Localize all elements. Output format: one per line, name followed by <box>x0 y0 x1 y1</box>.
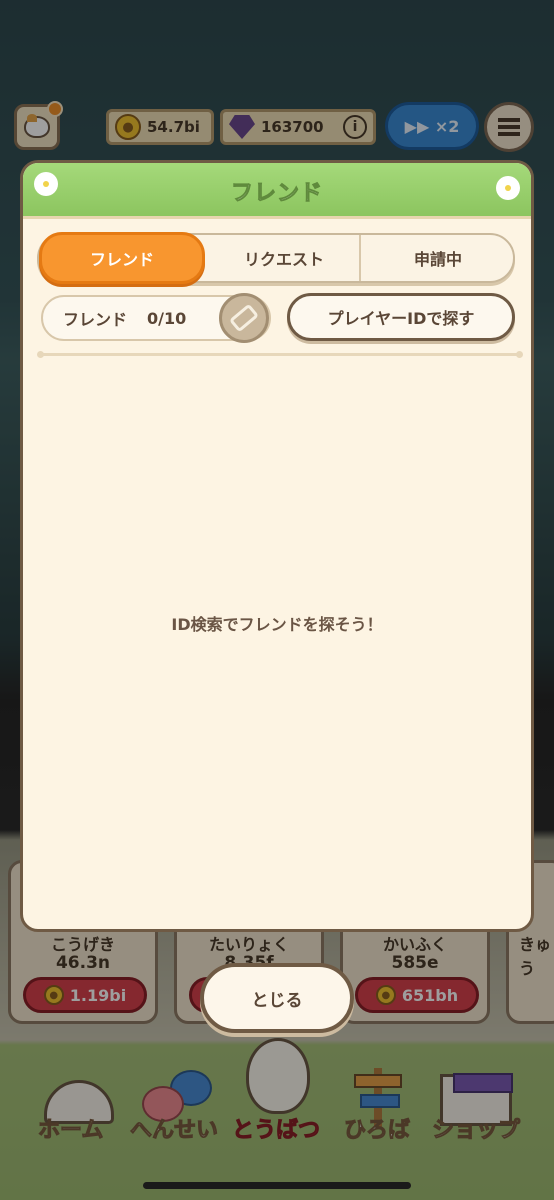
tab-pending[interactable]: 申請中 <box>359 235 515 281</box>
tab-bar: リクエスト 申請中 フレンド <box>37 232 515 284</box>
nav-formation[interactable]: へんせい <box>129 1112 218 1144</box>
menu-button[interactable] <box>484 102 534 152</box>
gem-icon <box>229 115 255 139</box>
top-bar: ● 54.7bi 163700 i ▶▶ ×2 <box>0 100 554 156</box>
speed-x2-button[interactable]: ▶▶ ×2 <box>385 102 479 150</box>
upgrade-title: こうげき <box>50 935 115 954</box>
empty-state-message: ID検索でフレンドを探そう！ <box>171 615 383 634</box>
nav-shop[interactable]: ショップ <box>431 1112 520 1144</box>
dialog-header: フレンド <box>23 163 531 219</box>
tab-requests[interactable]: リクエスト <box>209 235 359 281</box>
coin-icon: ● <box>375 985 396 1005</box>
home-indicator[interactable] <box>143 1182 411 1189</box>
coin-counter: ● 54.7bi <box>106 109 214 145</box>
search-player-id-button[interactable]: プレイヤーIDで探す <box>287 293 515 341</box>
upgrade-value: 46.3n <box>55 953 111 973</box>
upgrade-value: 585e <box>391 953 439 973</box>
coin-icon: ● <box>43 985 64 1005</box>
close-button[interactable]: とじる <box>200 963 354 1033</box>
friend-count-label: フレンド <box>63 310 128 329</box>
flower-icon <box>499 179 517 197</box>
nav-home[interactable]: ホーム <box>37 1112 103 1144</box>
divider <box>37 351 523 358</box>
coin-icon: ● <box>115 114 141 140</box>
cat-face-icon <box>24 114 50 138</box>
friend-count-value: 0/10 <box>147 308 187 328</box>
gem-counter: 163700 i <box>220 109 376 145</box>
nav-plaza[interactable]: ひろば <box>343 1112 410 1144</box>
list-menu-icon <box>498 118 520 136</box>
gem-value: 163700 <box>261 118 324 136</box>
upgrade-title: かいふく <box>382 935 447 954</box>
dialog-title: フレンド <box>230 181 323 207</box>
notification-dot <box>47 101 63 117</box>
upgrade-title: たいりょく <box>208 935 289 954</box>
nav-subjugation[interactable]: とうばつ <box>231 1112 320 1144</box>
upgrade-price: 651bh <box>401 985 459 1005</box>
profile-button[interactable] <box>14 101 63 150</box>
delete-friend-button[interactable] <box>219 293 269 343</box>
friend-dialog: フレンド リクエスト 申請中 フレンド フレンド 0/10 プレイヤーIDで探す… <box>20 160 534 932</box>
info-icon[interactable]: i <box>343 115 367 139</box>
tab-friends[interactable]: フレンド <box>39 232 205 284</box>
coin-value: 54.7bi <box>147 118 200 136</box>
upgrade-price: 1.19bi <box>69 985 127 1005</box>
upgrade-price-button[interactable]: ● 1.19bi <box>23 977 147 1013</box>
upgrade-title: きゅう <box>519 935 552 978</box>
eraser-icon <box>228 303 260 333</box>
upgrade-price-button[interactable]: ● 651bh <box>355 977 479 1013</box>
bottom-nav: ホーム へんせい とうばつ ひろば ショップ <box>0 1038 554 1200</box>
character-icon[interactable] <box>246 1038 310 1114</box>
